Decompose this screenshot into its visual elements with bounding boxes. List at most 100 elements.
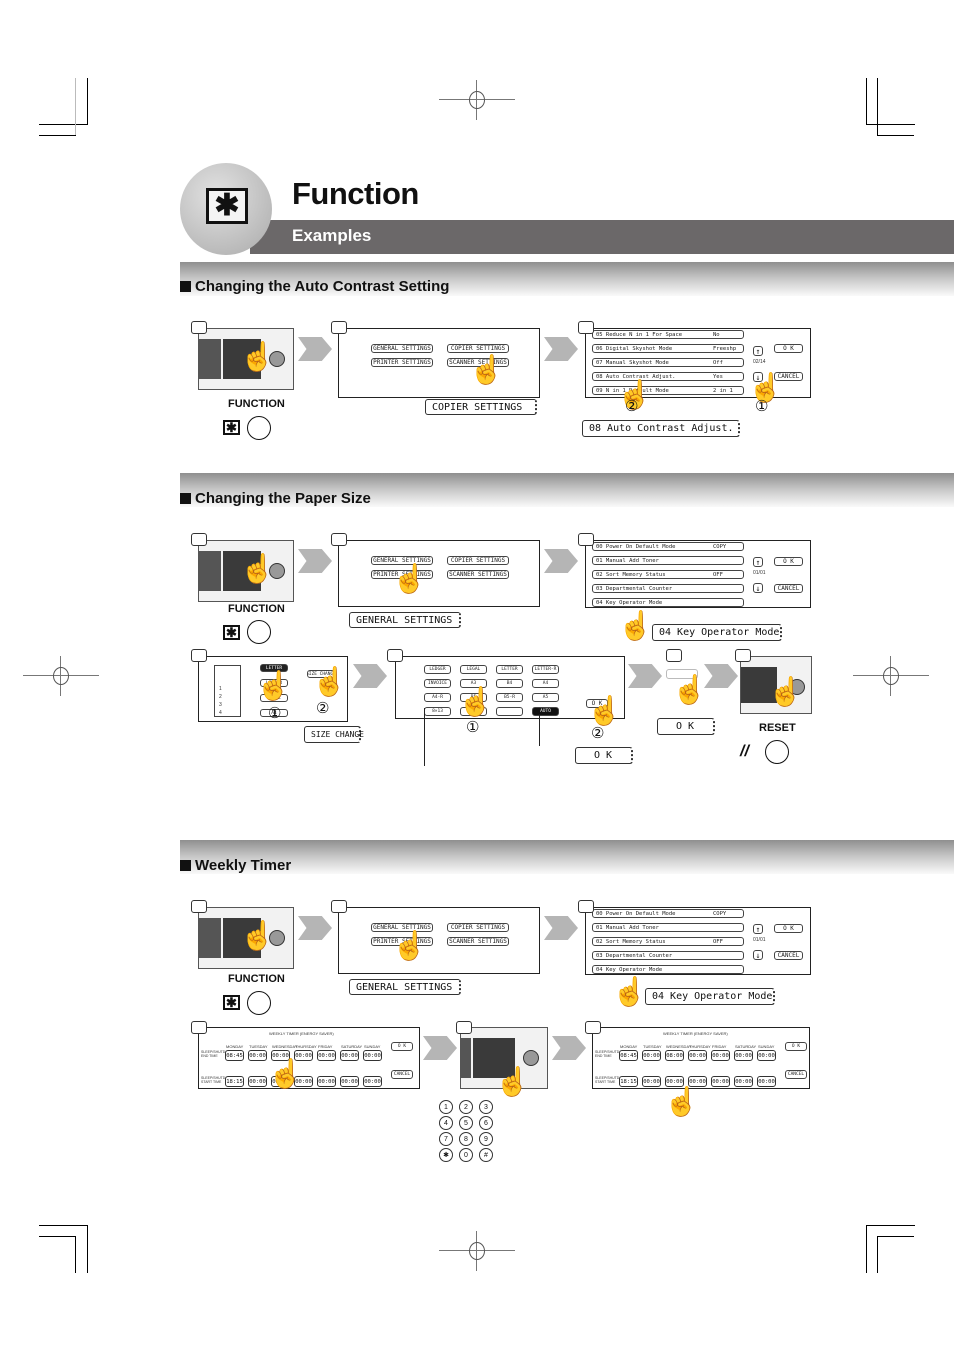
printer-settings-button[interactable]: PRINTER SETTINGS (371, 358, 433, 367)
general-settings-list-screen: 00 Power On Default Mode COPY 01 Manual A… (585, 540, 811, 608)
time-field[interactable]: 00:00 (688, 1050, 707, 1061)
time-field[interactable]: 08:00 (665, 1050, 684, 1061)
pointing-hand-icon: ☝ (312, 666, 347, 697)
paper-size-button[interactable]: LETTER (496, 665, 523, 674)
function-key-button[interactable] (247, 416, 271, 440)
time-field[interactable]: 18:15 (225, 1076, 244, 1087)
cancel-button[interactable]: CANCEL (391, 1070, 413, 1079)
function-key-label: FUNCTION (228, 603, 285, 615)
step-arrow-icon (298, 916, 332, 940)
list-row[interactable]: 02 Sort Memory Status OFF (592, 937, 744, 946)
keypad-key[interactable]: 9 (479, 1132, 493, 1146)
list-row[interactable]: 01 Manual Add Toner (592, 556, 744, 565)
paper-size-button[interactable]: A5 (532, 693, 559, 702)
list-row[interactable]: 02 Sort Memory Status OFF (592, 570, 744, 579)
keypad-key[interactable]: 6 (479, 1116, 493, 1130)
step-number-box (578, 533, 594, 546)
list-row[interactable]: 05 Reduce N in 1 For Space No (592, 330, 744, 339)
time-field[interactable]: 00:00 (734, 1050, 753, 1061)
list-row[interactable]: 03 Departmental Counter (592, 951, 744, 960)
paper-size-button[interactable]: B5-R (496, 693, 523, 702)
crop-mark (39, 1225, 88, 1226)
ok-button[interactable]: O K (774, 924, 803, 933)
section-title: Weekly Timer (180, 857, 291, 874)
keypad-key[interactable]: ✱ (439, 1148, 453, 1162)
keypad-key[interactable]: 2 (459, 1100, 473, 1114)
function-key-button[interactable] (247, 991, 271, 1015)
ok-button[interactable]: O K (774, 344, 803, 353)
keypad-key[interactable]: 8 (459, 1132, 473, 1146)
list-row-selected[interactable]: 04 Key Operator Mode (592, 598, 744, 607)
ok-button[interactable]: O K (391, 1042, 413, 1051)
function-key-button[interactable] (247, 620, 271, 644)
time-field[interactable]: 00:00 (248, 1050, 267, 1061)
cancel-button[interactable]: CANCEL (774, 584, 803, 593)
cancel-button[interactable]: CANCEL (774, 951, 803, 960)
scroll-up-button[interactable]: ↑ (753, 346, 763, 356)
keypad-key[interactable]: 1 (439, 1100, 453, 1114)
list-row-selected[interactable]: 04 Key Operator Mode (592, 965, 744, 974)
reset-key-button[interactable] (765, 740, 789, 764)
crop-mark (877, 1236, 878, 1273)
list-row[interactable]: 09 N in 1 Default Mode 2 in 1 (592, 386, 744, 395)
list-row[interactable]: 07 Manual Skyshot Mode Off (592, 358, 744, 367)
time-field[interactable]: 00:00 (363, 1076, 382, 1087)
keypad-key[interactable]: 0 (459, 1148, 473, 1162)
list-row[interactable]: 06 Digital Skyshot Mode Freeshp (592, 344, 744, 353)
keypad-key[interactable]: 5 (459, 1116, 473, 1130)
time-field[interactable]: 00:00 (711, 1050, 730, 1061)
keypad-key[interactable]: 4 (439, 1116, 453, 1130)
ok-button[interactable]: O K (774, 557, 803, 566)
step-arrow-icon (298, 549, 332, 573)
time-field[interactable]: 00:00 (340, 1076, 359, 1087)
time-field[interactable]: 00:00 (340, 1050, 359, 1061)
list-row-selected[interactable]: 08 Auto Contrast Adjust. Yes (592, 372, 744, 381)
list-row[interactable]: 01 Manual Add Toner (592, 923, 744, 932)
time-field[interactable]: 00:00 (757, 1076, 776, 1087)
scroll-down-button[interactable]: ↓ (753, 950, 763, 960)
keypad-key[interactable]: 3 (479, 1100, 493, 1114)
time-field[interactable]: 08:45 (619, 1050, 638, 1061)
list-row[interactable]: 00 Power On Default Mode COPY (592, 542, 744, 551)
weekly-timer-screen: WEEKLY TIMER (ENERGY SAVER) SLEEP/SHUTDOW… (592, 1027, 810, 1089)
general-settings-button[interactable]: GENERAL SETTINGS (371, 344, 433, 353)
paper-size-button[interactable]: A4 (532, 679, 559, 688)
scanner-settings-button[interactable]: SCANNER SETTINGS (447, 570, 509, 579)
time-field[interactable]: 00:00 (248, 1076, 267, 1087)
time-field[interactable]: 00:00 (317, 1050, 336, 1061)
pointing-hand-icon: ☝ (240, 341, 275, 372)
cancel-button[interactable]: CANCEL (785, 1070, 807, 1079)
copier-settings-button[interactable]: COPIER SETTINGS (447, 923, 509, 932)
time-field[interactable]: 00:00 (757, 1050, 776, 1061)
paper-size-button[interactable]: LEGAL (460, 665, 487, 674)
copier-settings-button[interactable]: COPIER SETTINGS (447, 344, 509, 353)
scanner-settings-button[interactable]: SCANNER SETTINGS (447, 937, 509, 946)
time-field[interactable]: 00:00 (734, 1076, 753, 1087)
scroll-up-button[interactable]: ↑ (753, 924, 763, 934)
copier-settings-button[interactable]: COPIER SETTINGS (447, 556, 509, 565)
paper-size-button[interactable]: B4 (496, 679, 523, 688)
scroll-down-button[interactable]: ↓ (753, 583, 763, 593)
paper-size-button[interactable]: LEDGER (424, 665, 451, 674)
time-field[interactable]: 00:00 (711, 1076, 730, 1087)
paper-size-button[interactable]: INVOICE (424, 679, 451, 688)
time-field[interactable]: 00:00 (317, 1076, 336, 1087)
time-field[interactable]: 00:00 (642, 1076, 661, 1087)
time-field[interactable]: 00:00 (642, 1050, 661, 1061)
keypad-key[interactable]: # (479, 1148, 493, 1162)
keypad-key[interactable]: 7 (439, 1132, 453, 1146)
scroll-up-button[interactable]: ↑ (753, 557, 763, 567)
time-field[interactable]: 08:45 (225, 1050, 244, 1061)
list-row[interactable]: 03 Departmental Counter (592, 584, 744, 593)
list-row[interactable]: 00 Power On Default Mode COPY (592, 909, 744, 918)
paper-size-button[interactable]: 8×13 (424, 707, 451, 716)
time-field[interactable]: 00:00 (363, 1050, 382, 1061)
paper-size-button[interactable] (496, 707, 523, 716)
paper-size-button[interactable]: LETTER-R (532, 665, 559, 674)
time-field[interactable]: 18:15 (619, 1076, 638, 1087)
paper-size-button[interactable]: A4-R (424, 693, 451, 702)
paper-size-button[interactable]: AUTO (532, 707, 559, 716)
step-arrow-icon (544, 549, 578, 573)
ok-button[interactable]: O K (785, 1042, 807, 1051)
day-header: TUESDAY (249, 1044, 268, 1049)
